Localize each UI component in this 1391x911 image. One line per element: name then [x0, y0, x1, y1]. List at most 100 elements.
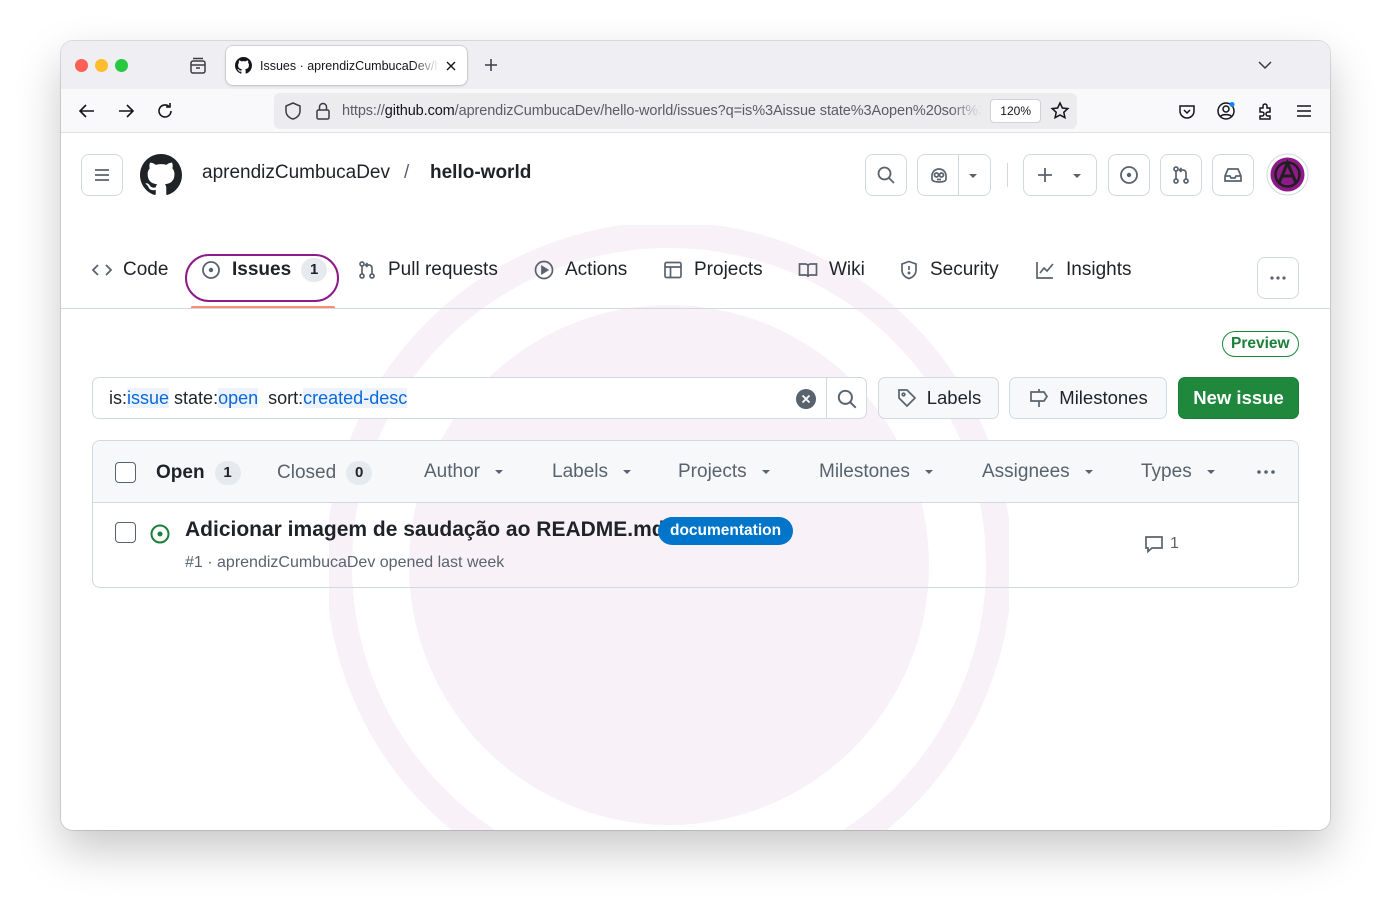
url-text[interactable]: https://github.com/aprendizCumbucaDev/he… — [342, 103, 982, 119]
hamburger-menu-icon[interactable] — [1293, 100, 1315, 122]
new-issue-button[interactable]: New issue — [1178, 377, 1299, 419]
labels-filter[interactable]: Labels — [552, 461, 633, 483]
github-logo-icon[interactable] — [140, 154, 182, 196]
select-all-checkbox[interactable] — [115, 462, 136, 483]
tab-security-label: Security — [930, 259, 999, 280]
play-icon — [534, 260, 554, 280]
tab-code[interactable]: Code — [91, 255, 168, 285]
caret-down-icon — [1084, 470, 1093, 474]
your-issues-button[interactable] — [1108, 154, 1150, 196]
browser-tab-bar: Issues · aprendizCumbucaDev/hello-world — [61, 41, 1330, 89]
search-icon — [877, 166, 895, 184]
search-divider — [826, 378, 827, 418]
projects-filter[interactable]: Projects — [678, 461, 772, 483]
repo-nav-border — [61, 308, 1330, 309]
milestone-icon — [1030, 389, 1049, 407]
browser-toolbar: https://github.com/aprendizCumbucaDev/he… — [61, 89, 1330, 133]
plus-icon — [1038, 168, 1052, 182]
labels-button[interactable]: Labels — [878, 377, 999, 419]
issue-title-link[interactable]: Adicionar imagem de saudação ao README.m… — [185, 518, 665, 542]
issue-comments-link[interactable]: 1 — [1143, 533, 1179, 555]
pocket-icon[interactable] — [1176, 100, 1198, 122]
milestones-button[interactable]: Milestones — [1009, 377, 1167, 419]
close-tab-icon[interactable] — [443, 58, 459, 74]
tab-projects-label: Projects — [694, 259, 763, 280]
issue-opened-icon — [202, 261, 220, 279]
issues-count-badge: 1 — [301, 258, 328, 282]
create-new-button[interactable] — [1023, 154, 1097, 196]
lock-icon[interactable] — [312, 100, 334, 122]
issue-opened-icon — [1120, 166, 1138, 184]
url-bar[interactable]: https://github.com/aprendizCumbucaDev/he… — [274, 93, 1077, 129]
list-item[interactable]: Adicionar imagem de saudação ao README.m… — [93, 503, 1298, 587]
closed-issues-tab[interactable]: Closed 0 — [277, 461, 373, 485]
issue-meta: #1 · aprendizCumbucaDev opened last week — [185, 554, 505, 571]
preview-badge[interactable]: Preview — [1222, 331, 1299, 357]
tab-issues-label: Issues — [232, 259, 292, 280]
issue-search-input[interactable]: is:issue state:open sort:created-desc — [92, 377, 867, 419]
author-filter[interactable]: Author — [424, 461, 505, 483]
caret-down-icon — [924, 470, 933, 474]
issue-label-documentation[interactable]: documentation — [658, 517, 794, 545]
tab-list-icon[interactable] — [187, 55, 209, 77]
tab-wiki[interactable]: Wiki — [797, 255, 865, 285]
reload-icon[interactable] — [154, 100, 176, 122]
tab-security[interactable]: Security — [898, 255, 999, 285]
clear-search-icon[interactable] — [795, 388, 817, 410]
zoom-window-button[interactable] — [115, 59, 128, 72]
assignees-filter[interactable]: Assignees — [982, 461, 1095, 483]
close-window-button[interactable] — [75, 59, 88, 72]
repo-name-link[interactable]: hello-world — [430, 162, 531, 184]
your-pull-requests-button[interactable] — [1160, 154, 1202, 196]
git-pull-request-icon — [1173, 166, 1189, 184]
back-arrow-icon[interactable] — [76, 100, 98, 122]
comment-icon — [1145, 536, 1163, 554]
tab-pull-requests[interactable]: Pull requests — [356, 255, 498, 285]
issue-checkbox[interactable] — [115, 522, 136, 543]
tab-insights[interactable]: Insights — [1034, 255, 1131, 285]
github-favicon-icon — [235, 57, 252, 74]
open-count-badge: 1 — [214, 461, 241, 485]
browser-tab-active[interactable]: Issues · aprendizCumbucaDev/hello-world — [226, 46, 467, 85]
shield-icon[interactable] — [282, 100, 304, 122]
types-filter[interactable]: Types — [1141, 461, 1217, 483]
milestones-filter[interactable]: Milestones — [819, 461, 935, 483]
issues-list: Open 1 Closed 0 Author Labels Projects M… — [92, 440, 1299, 588]
avatar[interactable] — [1266, 153, 1309, 196]
chevron-down-icon[interactable] — [1255, 55, 1275, 75]
forward-arrow-icon[interactable] — [115, 100, 137, 122]
bookmark-star-icon[interactable] — [1049, 100, 1071, 122]
inbox-button[interactable] — [1212, 154, 1254, 196]
git-pull-request-icon — [359, 261, 375, 279]
github-page: aprendizCumbucaDev / hello-world Code Is… — [61, 133, 1330, 830]
account-icon[interactable] — [1215, 100, 1237, 122]
tab-code-label: Code — [123, 259, 169, 280]
tab-title: Issues · aprendizCumbucaDev/hello-world — [260, 58, 439, 73]
extensions-icon[interactable] — [1254, 100, 1276, 122]
tab-actions[interactable]: Actions — [533, 255, 627, 285]
caret-down-icon — [1073, 174, 1081, 178]
minimize-window-button[interactable] — [95, 59, 108, 72]
new-tab-icon[interactable] — [481, 55, 501, 75]
caret-down-icon — [1206, 470, 1215, 474]
global-menu-button[interactable] — [81, 154, 123, 196]
repo-owner-link[interactable]: aprendizCumbucaDev — [202, 162, 390, 184]
closed-count-badge: 0 — [346, 461, 373, 485]
tab-projects[interactable]: Projects — [662, 255, 763, 285]
kebab-horizontal-icon — [1270, 276, 1286, 280]
kebab-horizontal-icon[interactable] — [1254, 461, 1278, 483]
zoom-level-badge[interactable]: 120% — [990, 99, 1041, 123]
three-bars-icon — [95, 169, 109, 181]
open-issues-tab[interactable]: Open 1 — [156, 461, 241, 485]
tab-insights-label: Insights — [1066, 259, 1132, 280]
caret-down-icon — [761, 470, 770, 474]
copilot-button[interactable] — [917, 154, 991, 196]
search-icon[interactable] — [835, 387, 859, 411]
inbox-icon — [1224, 168, 1242, 182]
tab-wiki-label: Wiki — [829, 259, 865, 280]
tab-issues[interactable]: Issues 1 — [200, 255, 328, 285]
tab-actions-label: Actions — [565, 259, 628, 280]
search-button[interactable] — [865, 154, 907, 196]
graph-icon — [1036, 262, 1054, 279]
repo-nav-overflow-button[interactable] — [1257, 257, 1299, 299]
